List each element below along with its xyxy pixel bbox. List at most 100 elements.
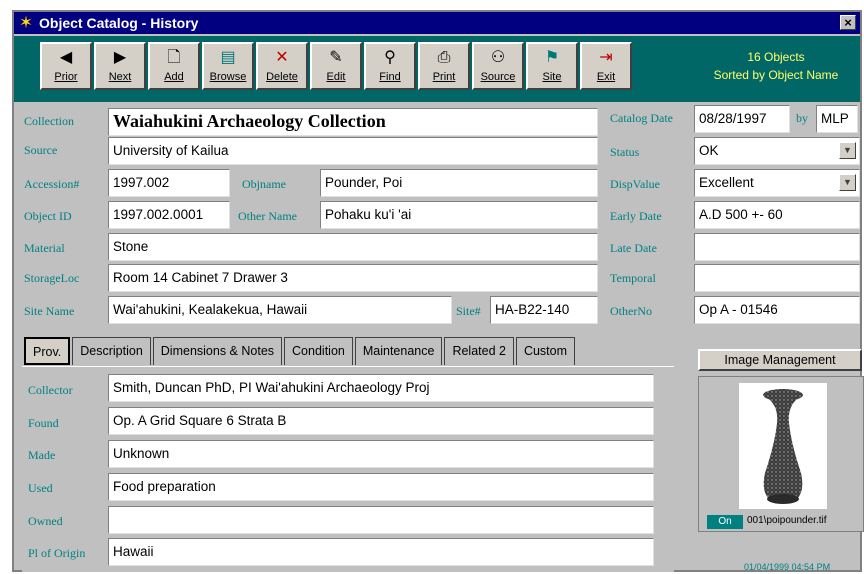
source-label: Source — [24, 143, 58, 157]
objname-field[interactable]: Pounder, Poi — [320, 169, 598, 197]
tab-maintenance[interactable]: Maintenance — [354, 337, 443, 365]
collector-label: Collector — [28, 383, 73, 397]
accession-field[interactable]: 1997.002 — [108, 169, 230, 197]
browse-grid-icon: ▤ — [220, 49, 236, 66]
close-icon[interactable]: × — [840, 15, 856, 30]
sort-order: Sorted by Object Name — [713, 68, 839, 82]
tab-prov[interactable]: Prov. — [24, 337, 71, 365]
owned-label: Owned — [28, 514, 63, 528]
site-flag-icon: ⚑ — [544, 49, 560, 66]
catalog-date-label: Catalog Date — [610, 111, 673, 125]
status-label: Status — [610, 145, 640, 159]
find-label: Find — [379, 71, 401, 83]
edit-label: Edit — [326, 71, 346, 83]
source-label: Source — [480, 71, 516, 83]
browse-label: Browse — [209, 71, 247, 83]
site-button[interactable]: ⚑ Site — [526, 42, 578, 90]
prior-label: Prior — [54, 71, 78, 83]
disp-value-value: Excellent — [699, 175, 754, 190]
browse-button[interactable]: ▤ Browse — [202, 42, 254, 90]
early-date-label: Early Date — [610, 209, 662, 223]
catalog-date-field[interactable]: 08/28/1997 — [694, 105, 790, 133]
status-select[interactable]: OK ▼ — [694, 137, 860, 165]
site-number-label: Site# — [456, 304, 481, 318]
prior-arrow-icon: ◀ — [59, 49, 73, 66]
temporal-field[interactable] — [694, 264, 860, 292]
late-date-field[interactable] — [694, 233, 860, 261]
objname-label: Objname — [242, 177, 286, 191]
early-date-field[interactable]: A.D 500 +- 60 — [694, 201, 860, 229]
add-button[interactable]: 🗋 Add — [148, 42, 200, 90]
add-page-icon: 🗋 — [167, 49, 181, 66]
object-catalog-window: ✶ Object Catalog - History × ◀ Prior ▶ Nex… — [12, 10, 864, 572]
poi-pounder-image[interactable] — [739, 383, 827, 509]
tab-strip: Prov. Description Dimensions & Notes Con… — [24, 337, 576, 365]
prior-button[interactable]: ◀ Prior — [40, 42, 92, 90]
image-management-button[interactable]: Image Management — [698, 349, 862, 371]
dropdown-arrow-icon[interactable]: ▼ — [839, 174, 856, 191]
tab-condition[interactable]: Condition — [284, 337, 353, 365]
by-field[interactable]: MLP — [816, 105, 858, 133]
exit-label: Exit — [596, 71, 616, 83]
poi-pounder-image-svg — [763, 389, 803, 504]
add-label: Add — [164, 71, 184, 83]
image-filename: 001\poipounder.tif — [747, 515, 827, 526]
material-label: Material — [24, 241, 65, 255]
collector-field[interactable]: Smith, Duncan PhD, PI Wai'ahukini Archae… — [108, 374, 654, 402]
delete-x-icon: ✕ — [275, 49, 289, 66]
dropdown-arrow-icon[interactable]: ▼ — [839, 142, 856, 159]
exit-button[interactable]: ⇥ Exit — [580, 42, 632, 90]
temporal-label: Temporal — [610, 271, 656, 285]
found-field[interactable]: Op. A Grid Square 6 Strata B — [108, 407, 654, 435]
tab-description[interactable]: Description — [72, 337, 151, 365]
collection-field[interactable]: Waiahukini Archaeology Collection — [108, 108, 598, 136]
record-status: 16 Objects Sorted by Object Name — [694, 44, 858, 90]
delete-label: Delete — [266, 71, 298, 83]
disp-value-select[interactable]: Excellent ▼ — [694, 169, 860, 197]
next-button[interactable]: ▶ Next — [94, 42, 146, 90]
tab-custom[interactable]: Custom — [515, 337, 576, 365]
source-button[interactable]: ⚇ Source — [472, 42, 524, 90]
object-id-label: Object ID — [24, 209, 72, 223]
place-of-origin-label: Pl of Origin — [28, 546, 86, 560]
storage-loc-field[interactable]: Room 14 Cabinet 7 Drawer 3 — [108, 264, 598, 292]
edit-button[interactable]: ✎ Edit — [310, 42, 362, 90]
material-field[interactable]: Stone — [108, 233, 598, 261]
next-arrow-icon: ▶ — [113, 49, 127, 66]
other-no-field[interactable]: Op A - 01546 — [694, 296, 860, 324]
find-button[interactable]: ⚲ Find — [364, 42, 416, 90]
print-button[interactable]: ⎙ Print — [418, 42, 470, 90]
printer-icon: ⎙ — [437, 49, 451, 66]
owned-field[interactable] — [108, 506, 654, 534]
star-icon: ✶ — [18, 13, 34, 32]
on-toggle[interactable]: On — [707, 515, 743, 529]
exit-door-icon: ⇥ — [599, 49, 613, 66]
object-id-field[interactable]: 1997.002.0001 — [108, 201, 230, 229]
delete-button[interactable]: ✕ Delete — [256, 42, 308, 90]
tab-related-2[interactable]: Related 2 — [444, 337, 514, 365]
storage-loc-label: StorageLoc — [24, 271, 80, 285]
title-bar: ✶ Object Catalog - History × — [14, 12, 860, 34]
disp-value-label: DispValue — [610, 177, 660, 191]
other-no-label: OtherNo — [610, 304, 652, 318]
image-frame: On 001\poipounder.tif — [698, 376, 864, 532]
site-number-field[interactable]: HA-B22-140 — [490, 296, 598, 324]
record-timestamp: 01/04/1999 04:54 PM — [744, 562, 831, 572]
tab-dimensions-notes[interactable]: Dimensions & Notes — [152, 337, 283, 365]
used-label: Used — [28, 481, 53, 495]
by-label: by — [796, 111, 808, 125]
made-field[interactable]: Unknown — [108, 440, 654, 468]
window-title: Object Catalog - History — [39, 15, 199, 31]
other-name-field[interactable]: Pohaku ku'i 'ai — [320, 201, 598, 229]
source-tree-icon: ⚇ — [490, 49, 506, 66]
place-of-origin-field[interactable]: Hawaii — [108, 538, 654, 566]
accession-label: Accession# — [24, 177, 80, 191]
object-count: 16 Objects — [747, 50, 805, 64]
site-label: Site — [542, 71, 562, 83]
source-field[interactable]: University of Kailua — [108, 137, 598, 165]
find-binoculars-icon: ⚲ — [384, 49, 396, 66]
edit-pencil-icon: ✎ — [329, 49, 343, 66]
next-label: Next — [108, 71, 132, 83]
used-field[interactable]: Food preparation — [108, 473, 654, 501]
site-name-field[interactable]: Wai'ahukini, Kealakekua, Hawaii — [108, 296, 452, 324]
